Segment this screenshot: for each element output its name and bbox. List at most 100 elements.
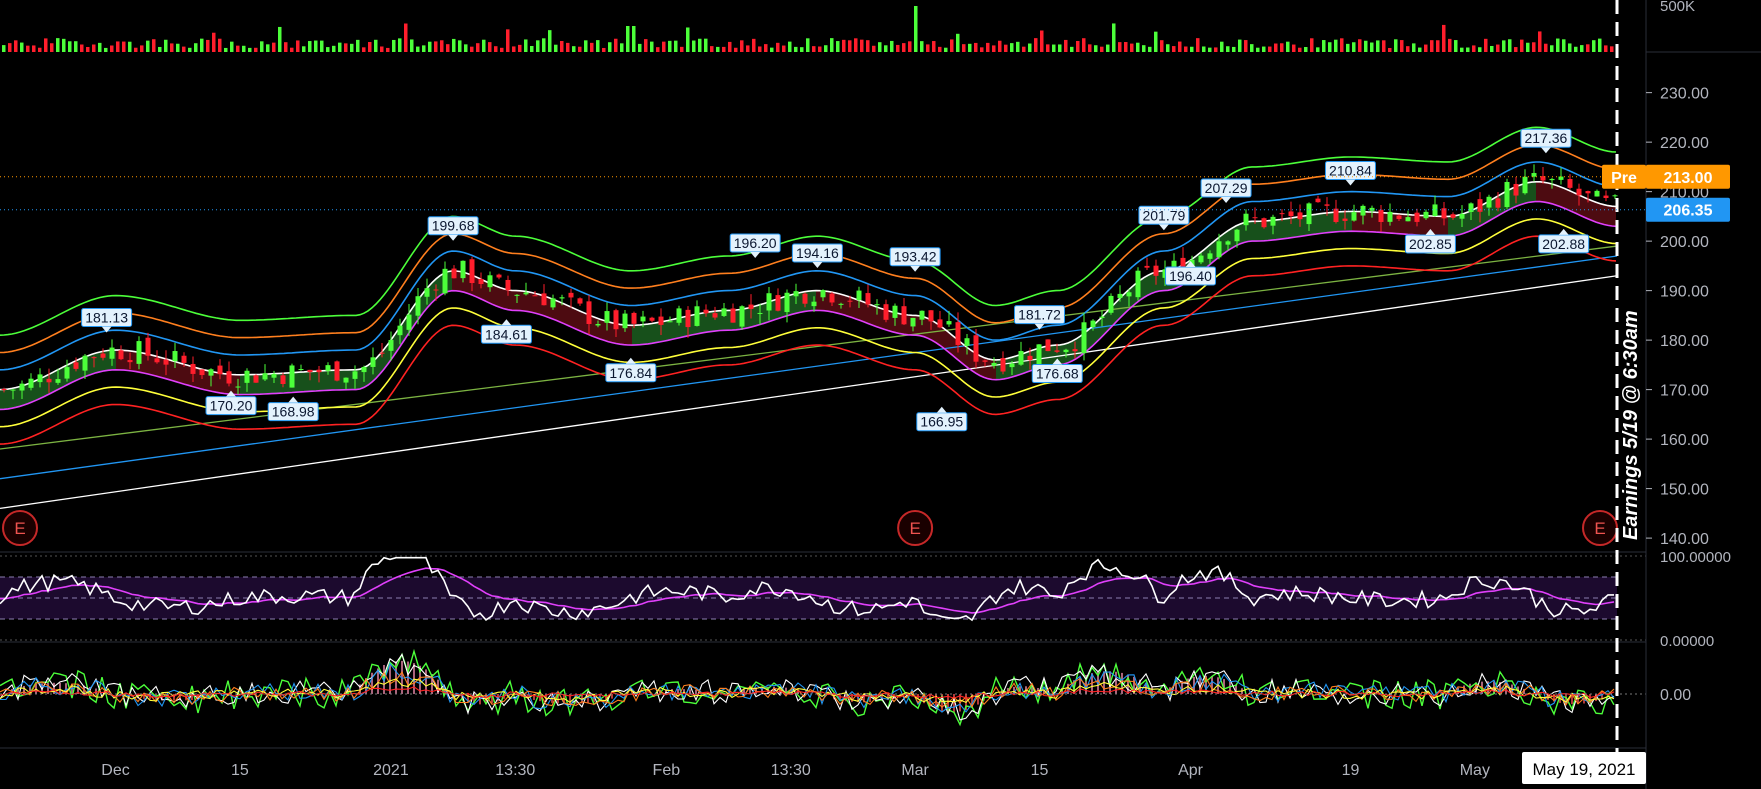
swing-label-text: 176.68 — [1036, 366, 1079, 382]
ribbon-fill — [1448, 216, 1452, 237]
candle-body — [982, 360, 988, 362]
volume-bar — [734, 47, 738, 52]
candle-body — [766, 293, 772, 311]
volume-bar — [1598, 38, 1602, 52]
candle-body — [244, 370, 250, 383]
price-chart[interactable]: 181.13 170.20 168.98 199.68 184.61 176.84 196.… — [0, 0, 1761, 789]
ribbon-fill — [1560, 186, 1564, 209]
candle-body — [991, 362, 997, 366]
ribbon-fill — [1148, 273, 1152, 296]
candle-body — [784, 292, 790, 313]
volume-bar — [428, 41, 432, 52]
ribbon-fill — [1280, 218, 1284, 240]
candle-body — [964, 338, 970, 346]
ribbon-fill — [568, 305, 572, 328]
volume-bar — [278, 26, 282, 52]
earnings-marker-text: E — [1594, 519, 1605, 538]
candle-body — [649, 317, 655, 321]
candle-body — [496, 274, 502, 278]
ribbon-fill — [456, 270, 460, 292]
volume-bar — [1190, 46, 1194, 52]
ribbon-fill — [520, 290, 524, 311]
volume-bar — [884, 45, 888, 52]
swing-label-text: 207.29 — [1205, 180, 1248, 196]
ribbon-fill — [1060, 344, 1064, 365]
volume-bar — [380, 46, 384, 52]
ribbon-fill — [1440, 216, 1444, 237]
time-tick-label: Apr — [1178, 762, 1204, 779]
volume-bar — [98, 42, 102, 52]
volume-bar — [266, 44, 270, 52]
candle-body — [1216, 241, 1222, 258]
candle-body — [559, 297, 565, 299]
histogram-bar — [413, 663, 415, 694]
candle-body — [811, 301, 817, 307]
volume-bar — [1556, 38, 1560, 52]
volume-bar — [80, 44, 84, 52]
ribbon-fill — [8, 388, 12, 409]
candle-body — [1315, 198, 1321, 203]
volume-bar — [1268, 46, 1272, 52]
candle-body — [631, 312, 637, 324]
ribbon-fill — [1564, 188, 1568, 210]
ribbon-fill — [1420, 215, 1424, 236]
volume-bar — [830, 38, 834, 52]
volume-bar — [1148, 46, 1152, 52]
volume-bar — [452, 38, 456, 52]
candle-body — [10, 389, 16, 391]
volume-bar — [548, 30, 552, 52]
ribbon-fill — [1312, 214, 1316, 235]
volume-bar — [992, 45, 996, 52]
histogram-bar — [23, 685, 25, 694]
volume-bar — [1052, 44, 1056, 52]
swing-label-text: 196.40 — [1169, 268, 1212, 284]
volume-bar — [1196, 38, 1200, 52]
candle-body — [1045, 339, 1051, 352]
candle-body — [415, 296, 421, 316]
candle-body — [1585, 191, 1591, 194]
ribbon-fill — [1552, 184, 1556, 206]
ribbon-fill — [644, 324, 648, 345]
volume-bar — [1118, 42, 1122, 52]
ribbon-fill — [4, 389, 8, 410]
volume-bar — [1136, 42, 1140, 52]
volume-bar — [866, 40, 870, 52]
ribbon-fill — [448, 270, 452, 292]
candle-body — [1243, 213, 1249, 226]
ribbon-fill — [1436, 216, 1440, 237]
volume-bar — [1478, 47, 1482, 52]
volume-bar — [1058, 44, 1062, 52]
volume-bar — [920, 41, 924, 52]
volume-bar — [1352, 42, 1356, 52]
volume-bar — [872, 45, 876, 52]
volume-bar — [134, 47, 138, 52]
volume-bar — [1610, 46, 1614, 52]
ribbon-fill — [564, 303, 568, 326]
volume-bar — [848, 40, 852, 52]
volume-bar — [914, 6, 918, 52]
volume-bar — [488, 42, 492, 52]
volume-bar — [1460, 47, 1464, 52]
volume-bar — [986, 42, 990, 52]
candle-body — [217, 365, 223, 375]
ribbon-fill — [132, 351, 136, 372]
price-tick-label: 230.00 — [1660, 86, 1709, 103]
volume-bar — [272, 42, 276, 52]
volume-bar — [104, 47, 108, 52]
ribbon-fill — [232, 374, 236, 395]
volume-bar — [62, 38, 66, 52]
volume-bar — [302, 46, 306, 52]
ribbon-fill — [1584, 197, 1588, 219]
volume-bar — [1430, 40, 1434, 52]
volume-bar — [1544, 43, 1548, 52]
candle-body — [154, 358, 160, 363]
volume-bar — [1124, 42, 1128, 52]
volume-bar — [860, 39, 864, 52]
volume-bar — [464, 44, 468, 52]
volume-bar — [2, 45, 6, 52]
candle-body — [190, 363, 196, 374]
volume-bar — [686, 27, 690, 52]
ribbon-fill — [340, 369, 344, 390]
ribbon-fill — [996, 359, 1000, 380]
ribbon-fill — [1144, 275, 1148, 298]
